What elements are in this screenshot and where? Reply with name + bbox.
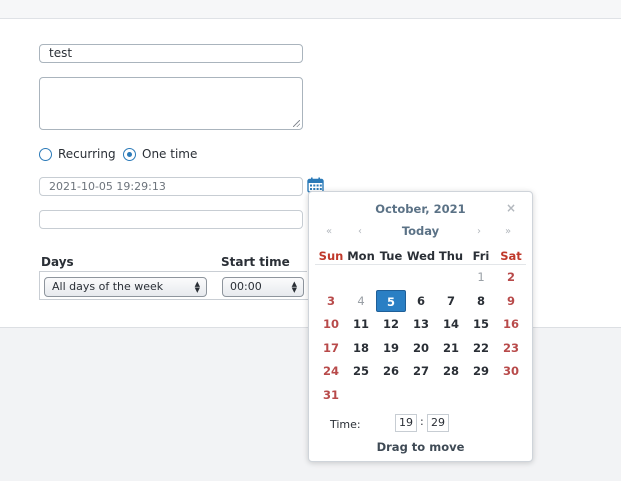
weekday-header: Wed (406, 249, 436, 263)
calendar-day[interactable]: 25 (346, 360, 376, 382)
start-time-column-header: Start time (221, 255, 290, 269)
days-column-header: Days (41, 255, 74, 269)
top-bar (0, 0, 621, 19)
calendar-day[interactable]: 30 (496, 360, 526, 382)
radio-one-time[interactable]: One time (123, 146, 197, 162)
calendar-day[interactable]: 26 (376, 360, 406, 382)
calendar-day-selected[interactable]: 5 (376, 290, 406, 312)
calendar-popup[interactable]: October, 2021 × « ‹ Today › » Sun Mon Tue W… (308, 191, 533, 462)
calendar-day[interactable]: 21 (436, 337, 466, 359)
radio-button-recurring[interactable] (39, 147, 52, 161)
secondary-input[interactable] (39, 210, 303, 229)
next-year-button[interactable]: » (505, 226, 511, 237)
weekday-header: Fri (472, 249, 490, 263)
calendar-day[interactable]: 15 (466, 313, 496, 335)
weekday-header: Tue (379, 249, 403, 263)
start-time-select-value: 00:00 (230, 280, 262, 293)
calendar-day[interactable]: 18 (346, 337, 376, 359)
calendar-day[interactable]: 6 (406, 290, 436, 312)
calendar-day[interactable]: 13 (406, 313, 436, 335)
calendar-day[interactable]: 7 (436, 290, 466, 312)
calendar-day[interactable]: 22 (466, 337, 496, 359)
days-select[interactable]: All days of the week ▲ ▼ (44, 277, 207, 297)
resize-grip[interactable] (293, 120, 300, 127)
time-separator: : (420, 415, 424, 428)
days-select-value: All days of the week (52, 280, 164, 293)
calendar-day[interactable]: 17 (316, 337, 346, 359)
calendar-day[interactable]: 4 (346, 290, 376, 312)
weekday-divider (315, 264, 526, 265)
select-arrows-icon: ▲ ▼ (194, 280, 200, 294)
hour-field[interactable]: 19 (395, 414, 417, 432)
radio-label-one-time: One time (142, 147, 198, 161)
datetime-input[interactable]: 2021-10-05 19:29:13 (39, 177, 303, 196)
drag-to-move-label: Drag to move (376, 440, 465, 454)
calendar-day[interactable]: 12 (376, 313, 406, 335)
description-textarea[interactable] (39, 77, 303, 130)
radio-label-recurring: Recurring (58, 147, 116, 161)
weekday-header: Thu (438, 249, 464, 263)
calendar-day[interactable]: 27 (406, 360, 436, 382)
calendar-month-title: October, 2021 (375, 202, 466, 216)
calendar-day[interactable]: 10 (316, 313, 346, 335)
calendar-day[interactable]: 16 (496, 313, 526, 335)
calendar-day[interactable]: 24 (316, 360, 346, 382)
calendar-day[interactable]: 9 (496, 290, 526, 312)
radio-recurring[interactable]: Recurring (39, 146, 116, 162)
start-time-select[interactable]: 00:00 ▲ ▼ (222, 277, 304, 297)
calendar-day[interactable]: 28 (436, 360, 466, 382)
next-month-button[interactable]: › (477, 226, 481, 237)
select-arrows-icon: ▲ ▼ (291, 280, 297, 294)
today-button[interactable]: Today (309, 224, 532, 238)
title-input[interactable]: test (39, 44, 303, 63)
close-icon[interactable]: × (506, 201, 516, 215)
calendar-day[interactable]: 8 (466, 290, 496, 312)
minute-field[interactable]: 29 (427, 414, 449, 432)
calendar-day[interactable]: 29 (466, 360, 496, 382)
calendar-day[interactable]: 2 (496, 266, 526, 288)
calendar-day[interactable]: 1 (466, 266, 496, 288)
calendar-day[interactable]: 11 (346, 313, 376, 335)
weekday-header: Sat (500, 249, 522, 263)
weekday-header: Mon (347, 249, 375, 263)
calendar-day[interactable]: 19 (376, 337, 406, 359)
weekday-header: Sun (318, 249, 344, 263)
calendar-day[interactable]: 3 (316, 290, 346, 312)
calendar-day[interactable]: 20 (406, 337, 436, 359)
radio-button-one-time[interactable] (123, 147, 136, 161)
calendar-day[interactable]: 14 (436, 313, 466, 335)
calendar-day[interactable]: 31 (316, 384, 346, 406)
time-label: Time: (330, 418, 361, 431)
calendar-day[interactable]: 23 (496, 337, 526, 359)
